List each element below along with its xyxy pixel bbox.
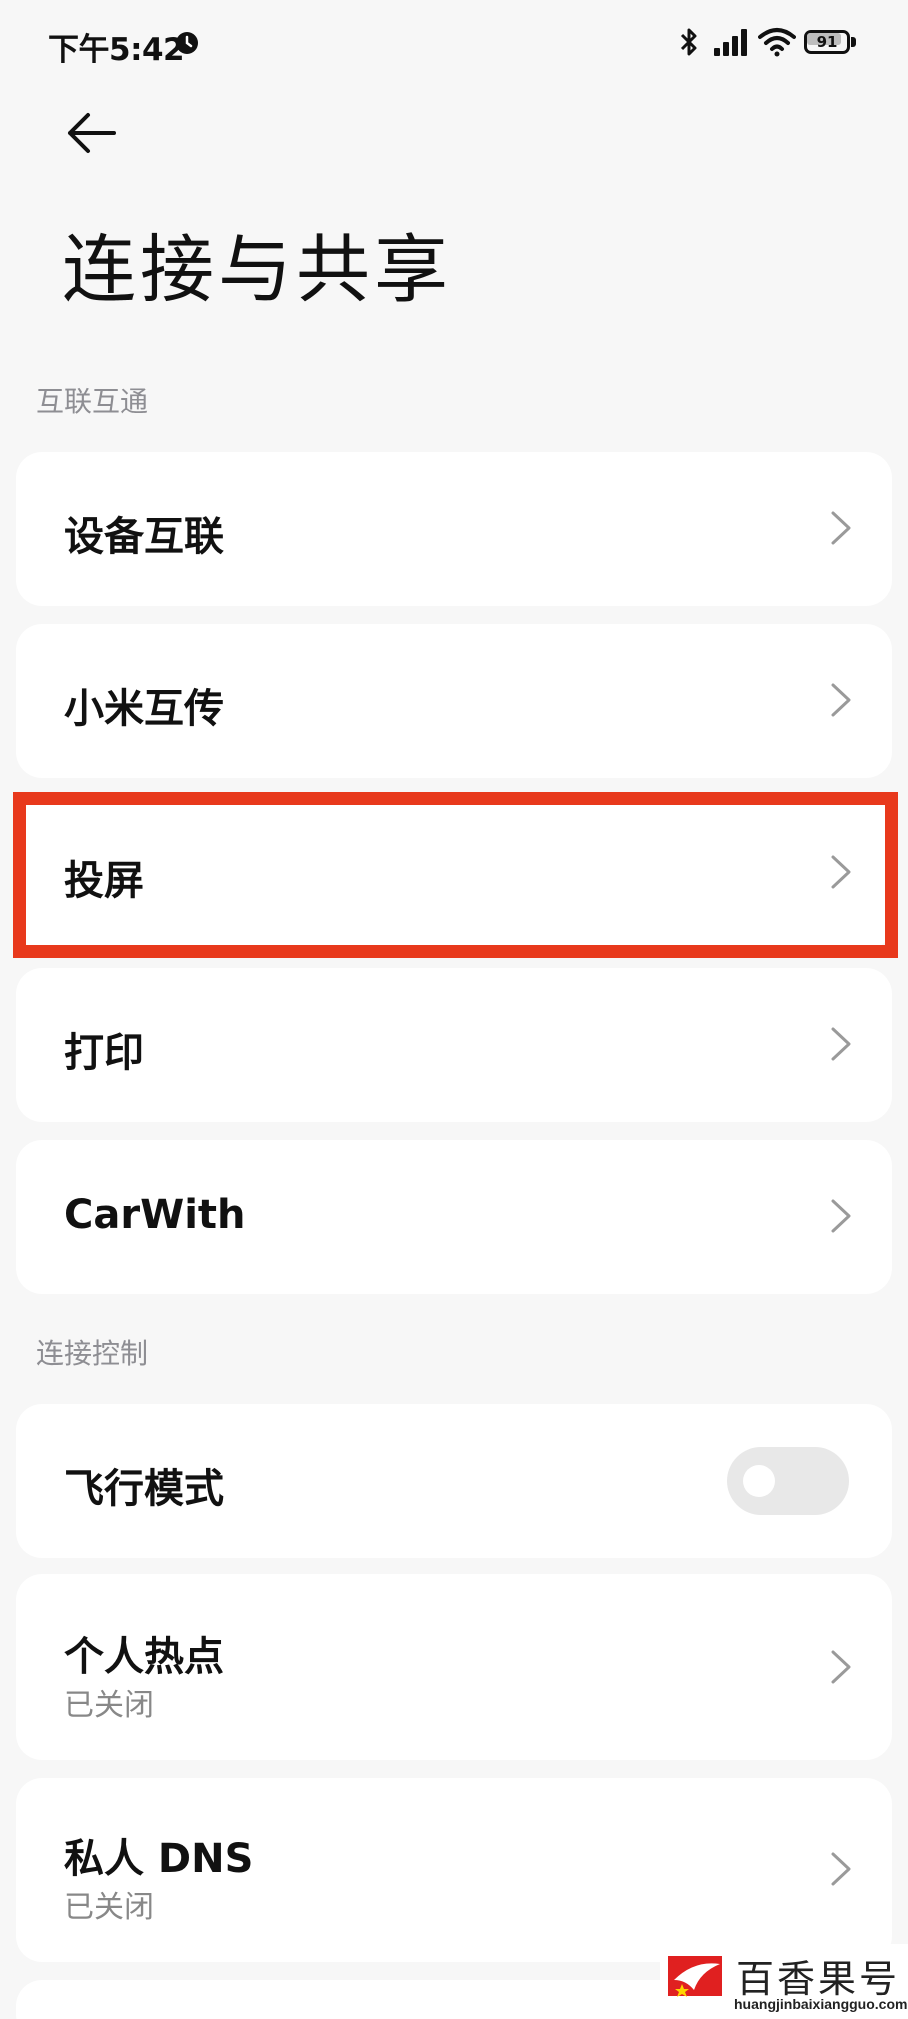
chevron-right-icon (831, 683, 851, 717)
carwith-item[interactable]: CarWith (16, 1140, 892, 1294)
print-item[interactable]: 打印 (16, 968, 892, 1122)
battery-level: 91 (816, 33, 838, 51)
item-label: 飞行模式 (64, 1466, 224, 1512)
watermark-title: 百香果号 (736, 1957, 901, 2001)
section-header-connection-control: 连接控制 (36, 1337, 149, 1370)
item-sublabel: 已关闭 (64, 1688, 154, 1723)
item-sublabel: 已关闭 (64, 1890, 154, 1925)
chevron-right-icon (831, 1650, 851, 1684)
chevron-right-icon (831, 1199, 851, 1233)
chevron-right-icon (831, 1027, 851, 1061)
airplane-mode-toggle[interactable] (727, 1447, 849, 1515)
section-header-interconnect: 互联互通 (36, 385, 149, 418)
item-label: 设备互联 (64, 514, 224, 560)
bluetooth-icon (680, 28, 697, 56)
watermark-url: huangjinbaixiangguo.com (734, 1996, 908, 2012)
signal-icon (714, 29, 747, 56)
alarm-icon (176, 32, 198, 54)
device-interconnect-item[interactable]: 设备互联 (16, 452, 892, 606)
watermark-logo-icon (668, 1956, 722, 1997)
item-label: 小米互传 (64, 686, 224, 732)
chevron-right-icon (831, 1852, 851, 1886)
chevron-right-icon (831, 511, 851, 545)
item-label: CarWith (64, 1192, 246, 1238)
page-title: 连接与共享 (62, 227, 452, 313)
status-time: 下午5:42 (48, 32, 185, 68)
wifi-icon (758, 28, 796, 57)
personal-hotspot-item[interactable]: 个人热点 已关闭 (16, 1574, 892, 1760)
toggle-knob (743, 1465, 775, 1497)
item-label: 打印 (64, 1030, 144, 1076)
back-button[interactable] (62, 108, 122, 158)
watermark: 百香果号 huangjinbaixiangguo.com (660, 1944, 908, 2019)
status-bar: 下午5:42 91 (0, 0, 908, 90)
item-label: 个人热点 (64, 1634, 224, 1680)
battery-icon: 91 (804, 30, 856, 54)
item-label: 私人 DNS (64, 1836, 254, 1882)
highlight-annotation (13, 792, 898, 958)
private-dns-item[interactable]: 私人 DNS 已关闭 (16, 1778, 892, 1962)
arrow-left-icon (68, 113, 116, 153)
xiaomi-share-item[interactable]: 小米互传 (16, 624, 892, 778)
